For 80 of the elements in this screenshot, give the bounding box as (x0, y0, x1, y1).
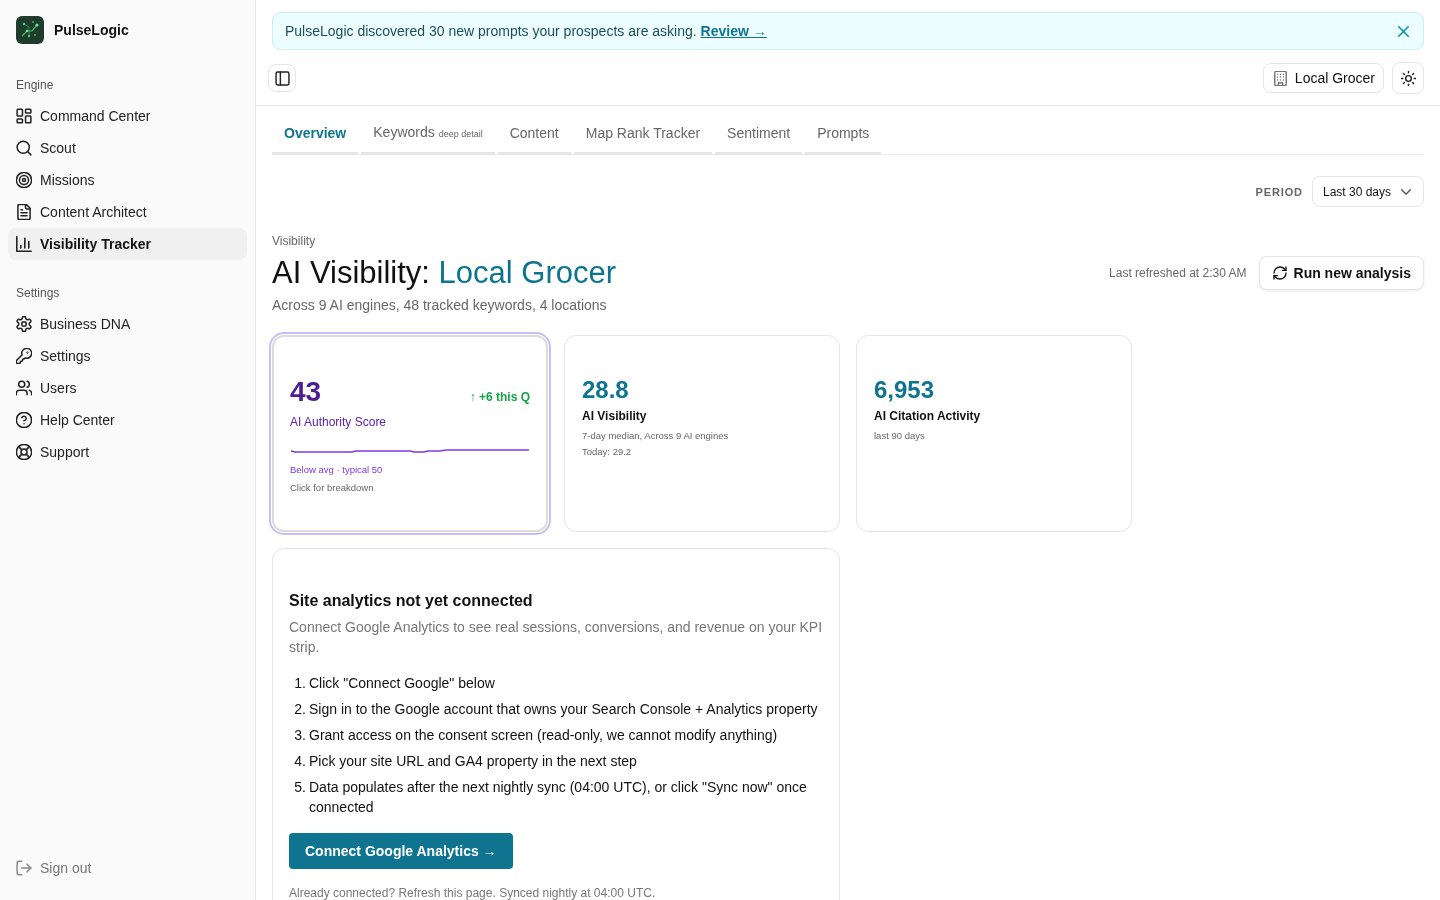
step-number: 5. (293, 778, 306, 797)
sidebar-item[interactable]: Content Architect (8, 196, 247, 228)
refresh-icon (1272, 266, 1287, 280)
metric-card[interactable]: 43 ↑ +6 this Q AI Authority Score Below avg · typical 50 Click for breakdown (272, 335, 548, 532)
tab[interactable]: Overview (272, 116, 359, 155)
business-selector[interactable]: Local Grocer (1262, 63, 1384, 93)
sidebar-item[interactable]: Help Center (8, 404, 247, 436)
close-button[interactable] (1398, 25, 1411, 37)
search-icon (16, 140, 32, 156)
footer-note: Already connected? Refresh this page. Synced nightly at 04:00 UTC. (289, 885, 657, 900)
card-description: Connect Google Analytics to see real sessions, conversions, and revenue on your KPI strip. (289, 618, 823, 657)
step-number: 4. (293, 752, 306, 771)
sidebar-item[interactable]: Scout (8, 132, 247, 164)
sign-out-button[interactable]: Sign out (8, 852, 247, 884)
section-label: Visibility (272, 233, 317, 249)
building-icon (1272, 70, 1288, 86)
tab[interactable]: Content (497, 116, 571, 155)
hint-text: Click for breakdown (290, 481, 375, 495)
step-text: Click "Connect Google" below (309, 674, 495, 693)
metric-value: 6,953 (874, 376, 936, 404)
metric-card[interactable]: 28.8 AI Visibility 7-day median, Across 9 AI engines Today: 29.2 (564, 335, 840, 532)
sidebar-item[interactable]: Support (8, 436, 247, 468)
users-icon (16, 380, 32, 396)
connect-button[interactable]: Connect Google Analytics → (289, 833, 513, 869)
lifebuoy-icon (16, 444, 32, 460)
step-text: Pick your site URL and GA4 property in the next step (309, 752, 637, 771)
dashboard-icon (16, 108, 32, 124)
last-refreshed-text: Last refreshed at 2:30 AM (1109, 266, 1247, 280)
tab[interactable]: Prompts (805, 116, 882, 155)
logo-icon (16, 16, 44, 44)
key-icon (16, 348, 32, 364)
chevron-down-icon (1401, 188, 1411, 195)
step-text: Sign in to the Google account that owns your Search Console + Analytics property (309, 700, 818, 719)
benchmark-note: Below avg · typical 50 (290, 463, 384, 477)
run-analysis-button[interactable]: Run new analysis (1258, 256, 1424, 290)
sidebar-item[interactable]: Visibility Tracker (8, 228, 247, 260)
tab[interactable]: Sentiment (715, 116, 803, 155)
metric-value: 28.8 (582, 376, 630, 404)
period-label: PERIOD (1255, 185, 1303, 198)
sidebar-item[interactable]: Command Center (8, 100, 247, 132)
bar-chart-icon (16, 236, 32, 252)
target-icon (16, 172, 32, 188)
close-icon (1398, 25, 1409, 37)
metric-value: 43 (290, 376, 322, 408)
sidebar-item[interactable]: Users (8, 372, 247, 404)
theme-toggle-button[interactable] (1392, 62, 1424, 94)
step-text: Grant access on the consent screen (read-only, we cannot modify anything) (309, 726, 778, 745)
review-link[interactable]: Review → (700, 23, 767, 39)
card-title: Site analytics not yet connected (289, 591, 534, 611)
tab[interactable]: Keywords deep detail (361, 116, 495, 155)
metric-card[interactable]: 6,953 AI Citation Activity last 90 days (856, 335, 1132, 532)
metric-label: AI Authority Score (290, 414, 388, 430)
help-icon (16, 412, 32, 428)
sun-icon (1400, 70, 1416, 86)
gear-icon (16, 316, 32, 332)
metric-detail: 7-day median, Across 9 AI engines (582, 429, 730, 443)
page-subtitle: Across 9 AI engines, 48 tracked keywords, 4 locations (272, 296, 608, 315)
brand-name: PulseLogic (54, 22, 129, 38)
sidebar-item[interactable]: Business DNA (8, 308, 247, 340)
banner-message: PulseLogic discovered 30 new prompts your prospects are asking. Review → (285, 22, 767, 41)
page-title: AI Visibility: Local Grocer (272, 254, 616, 292)
tab[interactable]: Map Rank Tracker (573, 116, 713, 155)
step-number: 3. (293, 726, 306, 745)
step-number: 1. (293, 674, 306, 693)
metric-detail: Today: 29.2 (582, 445, 633, 459)
sign-out-icon (16, 860, 32, 876)
nav-section-heading: Engine (15, 77, 55, 93)
metric-label: AI Visibility (582, 408, 648, 424)
sidebar-toggle-button[interactable] (268, 64, 296, 92)
sidebar-item[interactable]: Missions (8, 164, 247, 196)
document-icon (16, 204, 32, 220)
step-text: Data populates after the next nightly sync (04:00 UTC), or click "Sync now" once connected (309, 778, 808, 817)
step-number: 2. (293, 700, 306, 719)
period-dropdown[interactable]: Last 30 days (1311, 176, 1424, 207)
sidebar-item[interactable]: Settings (8, 340, 247, 372)
panel-icon (274, 70, 290, 86)
metric-label: AI Citation Activity (874, 408, 982, 424)
metric-detail: last 90 days (874, 429, 926, 443)
nav-section-heading: Settings (15, 285, 61, 301)
delta-text: ↑ +6 this Q (469, 390, 530, 404)
